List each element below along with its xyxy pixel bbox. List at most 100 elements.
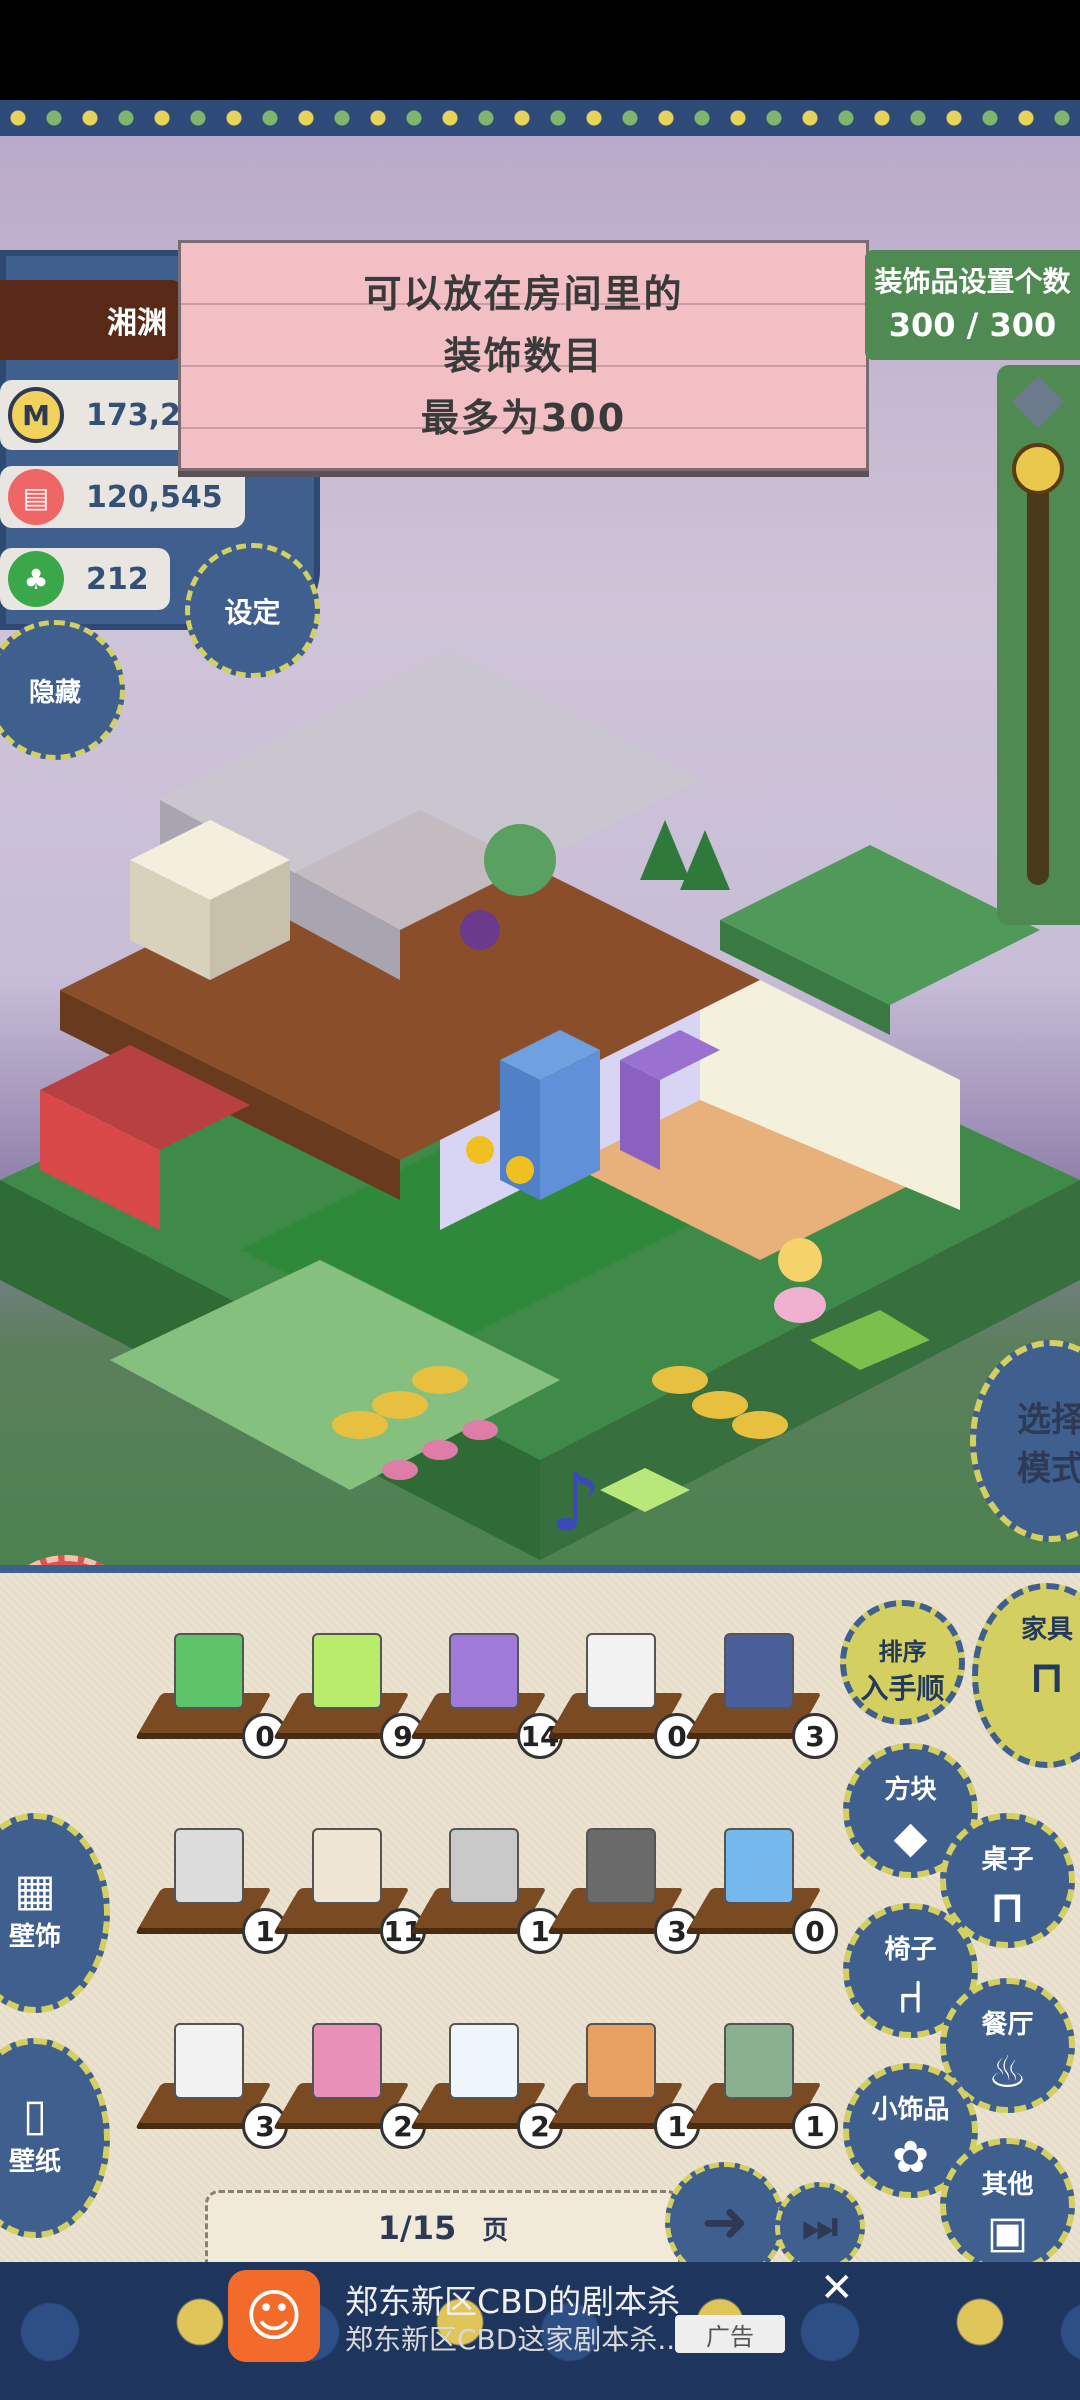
blue-fridge-icon	[724, 1828, 794, 1904]
page-number: 1/15	[377, 2209, 457, 2247]
sink-icon	[312, 2023, 382, 2099]
item-count-badge: 1	[242, 1908, 288, 1954]
notice-line-3: 最多为300	[420, 395, 627, 440]
cash-register-icon	[174, 1828, 244, 1904]
microwave-icon	[449, 1828, 519, 1904]
inventory-item-water-dispenser[interactable]: 2	[413, 2023, 563, 2149]
zoom-slider-track[interactable]	[1027, 465, 1049, 885]
category-block-label: 方块	[884, 1775, 937, 1805]
coffee-maker-icon	[586, 1828, 656, 1904]
window-icon: ▦	[14, 1865, 56, 1916]
toaster-icon	[586, 2023, 656, 2099]
item-count-badge: 0	[654, 1713, 700, 1759]
zoom-slider[interactable]	[997, 365, 1080, 925]
inventory-item-glass-cup[interactable]: 1	[688, 2023, 838, 2149]
ad-badge: 广告	[675, 2315, 785, 2353]
category-restaurant-label: 餐厅	[981, 2010, 1034, 2040]
select-mode-label: 选择模式	[1017, 1400, 1080, 1489]
item-count-badge: 11	[380, 1908, 426, 1954]
inventory-item-stove[interactable]: 3	[688, 1633, 838, 1759]
plant-icon: ✿	[892, 2132, 929, 2183]
item-panel: 0 9 14 0 3 1 11 1 3 0 3 2 2 1 1 排序 入手顺 家具 ⊓ 方块 ◆ 桌子 ⊓ …	[0, 1565, 1080, 2273]
inventory-item-microwave[interactable]: 1	[413, 1828, 563, 1954]
inventory-item-sink[interactable]: 2	[276, 2023, 426, 2149]
item-count-badge: 0	[242, 1713, 288, 1759]
settings-label: 设定	[224, 595, 281, 629]
food-stat: ▤ 120,545	[0, 466, 245, 528]
item-count-badge: 2	[517, 2103, 563, 2149]
glass-cup-icon	[724, 2023, 794, 2099]
last-page-button[interactable]: ⏭	[775, 2182, 865, 2272]
door-icon: ▯	[22, 2090, 48, 2141]
status-bar	[0, 0, 1080, 100]
category-wallpaper-label: 壁纸	[8, 2147, 61, 2177]
inventory-item-green-chair[interactable]: 0	[138, 1633, 288, 1759]
chair-icon: ⑁	[897, 1972, 924, 2023]
inventory-item-white-block[interactable]: 11	[276, 1828, 426, 1954]
item-count-badge: 3	[654, 1908, 700, 1954]
clover-stat: ♣ 212	[0, 548, 170, 610]
page-indicator: 1/15 页	[205, 2190, 681, 2263]
owner-nameplate: 湘渊	[0, 280, 185, 360]
game-scene[interactable]: ♪ 湘渊 M 173,21 ▤ 120,545 ♣ 212 设定 隐藏 可以放在…	[0, 100, 1080, 1565]
cube-icon	[1011, 375, 1065, 429]
green-table-icon	[312, 1633, 382, 1709]
category-other-label: 其他	[981, 2170, 1034, 2200]
tv-icon: ▣	[986, 2207, 1029, 2258]
inventory-item-rice-cooker[interactable]: 3	[138, 2023, 288, 2149]
medal-icon: M	[8, 387, 64, 443]
item-count-badge: 3	[792, 1713, 838, 1759]
white-cabinet-icon	[586, 1633, 656, 1709]
item-count-badge: 1	[792, 2103, 838, 2149]
category-wall-deco-label: 壁饰	[8, 1922, 61, 1952]
decoration-limit-notice: 可以放在房间里的 装饰数目 最多为300	[178, 240, 869, 471]
clover-value: 212	[86, 561, 149, 597]
sort-label-bottom: 入手顺	[860, 1672, 945, 1705]
white-block-icon	[312, 1828, 382, 1904]
hide-label: 隐藏	[28, 677, 81, 708]
clover-icon: ♣	[8, 551, 64, 607]
category-chair-label: 椅子	[884, 1935, 937, 1965]
item-count-badge: 14	[517, 1713, 563, 1759]
category-table-label: 桌子	[981, 1845, 1034, 1875]
category-furniture-label: 家具	[1020, 1615, 1073, 1645]
item-count-badge: 3	[242, 2103, 288, 2149]
inventory-item-cash-register[interactable]: 1	[138, 1828, 288, 1954]
ad-close-button[interactable]: ✕	[820, 2265, 854, 2311]
category-other[interactable]: 其他 ▣	[940, 2138, 1075, 2273]
ad-app-icon[interactable]: ☺	[228, 2270, 320, 2362]
category-furniture[interactable]: 家具 ⊓	[972, 1583, 1080, 1768]
purple-chair-icon	[449, 1633, 519, 1709]
decoration-count-box: 装饰品设置个数 300 / 300	[865, 250, 1080, 360]
settings-button[interactable]: 设定	[185, 543, 320, 678]
ad-title[interactable]: 郑东新区CBD的剧本杀	[345, 2275, 680, 2323]
item-count-badge: 2	[380, 2103, 426, 2149]
item-count-badge: 1	[517, 1908, 563, 1954]
notice-line-2: 装饰数目	[443, 333, 604, 378]
food-value: 120,545	[86, 479, 223, 515]
owner-name: 湘渊	[107, 306, 167, 341]
decoration-count-label: 装饰品设置个数	[874, 265, 1071, 298]
inventory-item-white-cabinet[interactable]: 0	[550, 1633, 700, 1759]
water-dispenser-icon	[449, 2023, 519, 2099]
category-wall-deco[interactable]: ▦ 壁饰	[0, 1813, 110, 2013]
stove-icon	[724, 1633, 794, 1709]
notice-line-1: 可以放在房间里的	[363, 271, 684, 316]
chef-hat-icon: ♨	[987, 2047, 1028, 2098]
rice-cooker-icon	[174, 2023, 244, 2099]
inventory-item-toaster[interactable]: 1	[550, 2023, 700, 2149]
table-icon: ⊓	[1029, 1652, 1065, 1703]
inventory-item-coffee-maker[interactable]: 3	[550, 1828, 700, 1954]
inventory-item-green-table[interactable]: 9	[276, 1633, 426, 1759]
item-count-badge: 1	[654, 2103, 700, 2149]
inventory-item-purple-chair[interactable]: 14	[413, 1633, 563, 1759]
inventory-item-blue-fridge[interactable]: 0	[688, 1828, 838, 1954]
category-small-deco-label: 小饰品	[871, 2095, 950, 2125]
zoom-slider-knob[interactable]	[1012, 443, 1064, 495]
category-wallpaper[interactable]: ▯ 壁纸	[0, 2038, 110, 2238]
decoration-count-value: 300 / 300	[888, 306, 1057, 344]
table-icon: ⊓	[989, 1882, 1026, 1933]
item-count-badge: 9	[380, 1713, 426, 1759]
skip-forward-icon: ⏭	[802, 2204, 838, 2250]
sort-button[interactable]: 排序 入手顺	[840, 1600, 965, 1725]
